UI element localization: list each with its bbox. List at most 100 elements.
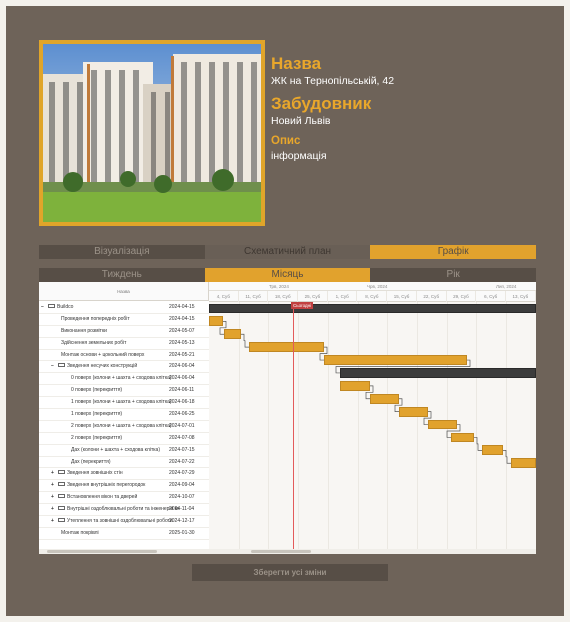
task-row[interactable]: 1 поверх (перекриття) 2024-06-25 bbox=[39, 409, 209, 421]
task-start-date: 2025-01-30 bbox=[169, 529, 195, 536]
task-start-date: 2024-07-29 bbox=[169, 470, 195, 477]
collapse-icon[interactable]: − bbox=[41, 302, 48, 313]
task-start-date: 2024-06-04 bbox=[169, 375, 195, 382]
task-name-cell: − Зведення несучих конструкцій bbox=[51, 361, 179, 372]
scale-week[interactable]: Тиждень bbox=[39, 268, 205, 282]
grid-scrollbar[interactable] bbox=[39, 549, 209, 554]
folder-icon bbox=[58, 363, 65, 368]
task-row[interactable]: 1 поверх (колони + шахта + сходова клітк… bbox=[39, 397, 209, 410]
scale-tabs: Тиждень Місяць Рік bbox=[39, 268, 537, 282]
task-row[interactable]: 2 поверх (колони + шахта + сходова клітк… bbox=[39, 421, 209, 433]
task-name: Зведення зовнішніх стін bbox=[67, 470, 123, 477]
expand-icon[interactable]: + bbox=[51, 516, 58, 527]
expand-icon[interactable]: + bbox=[51, 480, 58, 491]
task-name: 1 поверх (перекриття) bbox=[71, 411, 123, 418]
task-row[interactable]: Здійснення земельних робіт 2024-05-13 bbox=[39, 338, 209, 350]
task-row[interactable]: Дах (колони + шахта + сходова клітка) 202… bbox=[39, 445, 209, 457]
collapse-icon[interactable]: − bbox=[51, 361, 58, 372]
task-row[interactable]: + Встановлення вікон та дверей 2024-10-07 bbox=[39, 492, 209, 505]
task-row[interactable]: Проведення попередніх робіт 2024-04-15 bbox=[39, 314, 209, 326]
developer-value: Новий Львів bbox=[271, 115, 331, 127]
folder-icon bbox=[58, 505, 65, 510]
task-row[interactable]: 0 поверх (колони + шахта + сходова клітк… bbox=[39, 373, 209, 386]
timeline: Трв, 2024 Чрв, 2024 Лип, 2024 4, Суб 11, Су… bbox=[209, 282, 536, 554]
task-name: Монтаж покрівлі bbox=[61, 529, 99, 536]
task-name-cell: + Зведення зовнішніх стін bbox=[51, 468, 179, 479]
task-name: 2 поверх (перекриття) bbox=[71, 434, 123, 441]
folder-icon bbox=[58, 517, 65, 522]
tab-schedule[interactable]: Графік bbox=[370, 245, 537, 259]
task-row[interactable]: Виконання розмітки 2024-05-07 bbox=[39, 326, 209, 338]
task-row[interactable]: + Зведення зовнішніх стін 2024-07-29 bbox=[39, 468, 209, 481]
dependency-links bbox=[219, 321, 511, 464]
today-line bbox=[293, 302, 294, 554]
expand-icon[interactable]: + bbox=[51, 468, 58, 479]
timeline-scrollbar[interactable] bbox=[209, 549, 536, 554]
today-label: Сьогодні bbox=[291, 302, 314, 309]
task-start-date: 2024-05-13 bbox=[169, 339, 195, 346]
task-name: Встановлення вікон та дверей bbox=[67, 494, 138, 501]
description-value: інформація bbox=[271, 150, 327, 162]
task-start-date: 2024-05-21 bbox=[169, 351, 195, 358]
timeline-scrollbar-thumb[interactable] bbox=[251, 550, 311, 553]
task-name: Дах (колони + шахта + сходова клітка) bbox=[71, 446, 160, 453]
task-row[interactable]: − Buildco 2024-04-15 bbox=[39, 302, 209, 314]
task-name-cell: + Внутрішні оздоблювальні роботи та інжен… bbox=[51, 504, 179, 515]
grid-scrollbar-thumb[interactable] bbox=[47, 550, 157, 553]
task-start-date: 2024-06-11 bbox=[169, 387, 195, 394]
save-all-button[interactable]: Зберегти усі зміни bbox=[192, 564, 388, 581]
task-name: Здійснення земельних робіт bbox=[61, 339, 127, 346]
gantt-chart: Назва − Buildco 2024-04-15 Проведення попер… bbox=[39, 282, 536, 554]
task-row[interactable]: 2 поверх (перекриття) 2024-07-08 bbox=[39, 433, 209, 445]
task-row[interactable]: + Утеплення та зовнішні оздоблювальні роб… bbox=[39, 516, 209, 528]
folder-icon bbox=[58, 470, 65, 475]
expand-icon[interactable]: + bbox=[51, 504, 58, 515]
task-name: Проведення попередніх робіт bbox=[61, 315, 130, 322]
task-start-date: 2024-07-15 bbox=[169, 446, 195, 453]
task-row[interactable]: Монтаж основи + цокольний поверх 2024-05-… bbox=[39, 350, 209, 362]
grid-header: Назва bbox=[39, 282, 209, 301]
task-row[interactable]: + Внутрішні оздоблювальні роботи та інжен… bbox=[39, 504, 209, 517]
view-tabs: Візуалізація Схематичний план Графік bbox=[39, 245, 537, 259]
app-frame: Назва ЖК на Тернопільській, 42 Забудовни… bbox=[6, 6, 564, 616]
grid-header-name: Назва bbox=[117, 289, 130, 294]
building-photo bbox=[39, 40, 265, 226]
task-row[interactable]: − Зведення несучих конструкцій 2024-06-04 bbox=[39, 361, 209, 374]
task-name: Утеплення та зовнішні оздоблювальні робо… bbox=[67, 518, 173, 525]
task-start-date: 2024-09-04 bbox=[169, 482, 195, 489]
task-name: 2 поверх (колони + шахта + сходова клітк… bbox=[71, 422, 172, 429]
task-name-cell: + Зведення внутрішніх перегородок bbox=[51, 480, 179, 491]
task-start-date: 2024-06-18 bbox=[169, 399, 195, 406]
task-row[interactable]: Монтаж покрівлі 2025-01-30 bbox=[39, 528, 209, 540]
task-grid: − Buildco 2024-04-15 Проведення попередніх … bbox=[39, 302, 209, 540]
task-name: Внутрішні оздоблювальні роботи та інжене… bbox=[67, 506, 179, 513]
task-start-date: 2024-07-22 bbox=[169, 458, 195, 465]
task-name: Buildco bbox=[57, 304, 74, 310]
task-row[interactable]: 0 поверх (перекриття) 2024-06-11 bbox=[39, 385, 209, 398]
task-name: Дах (перекриття) bbox=[71, 458, 111, 465]
tab-visualization[interactable]: Візуалізація bbox=[39, 245, 205, 259]
folder-icon bbox=[48, 303, 55, 308]
task-start-date: 2024-12-17 bbox=[169, 518, 195, 525]
name-label: Назва bbox=[271, 54, 322, 73]
task-start-date: 2024-04-15 bbox=[169, 304, 195, 310]
task-name: Монтаж основи + цокольний поверх bbox=[61, 351, 145, 358]
task-name: 0 поверх (перекриття) bbox=[71, 387, 123, 394]
task-name: 1 поверх (колони + шахта + сходова клітк… bbox=[71, 399, 172, 406]
task-start-date: 2024-11-04 bbox=[169, 506, 195, 513]
task-name-cell: − Buildco bbox=[41, 302, 169, 313]
task-start-date: 2024-05-07 bbox=[169, 327, 195, 334]
tab-schematic-plan[interactable]: Схематичний план bbox=[204, 245, 371, 259]
description-label: Опис bbox=[271, 135, 301, 147]
scale-month[interactable]: Місяць bbox=[204, 268, 371, 282]
task-start-date: 2024-06-25 bbox=[169, 411, 195, 418]
expand-icon[interactable]: + bbox=[51, 492, 58, 503]
name-value: ЖК на Тернопільській, 42 bbox=[271, 75, 395, 87]
task-row[interactable]: Дах (перекриття) 2024-07-22 bbox=[39, 457, 209, 469]
scale-year[interactable]: Рік bbox=[370, 268, 537, 282]
task-row[interactable]: + Зведення внутрішніх перегородок 2024-09-… bbox=[39, 480, 209, 493]
task-start-date: 2024-04-15 bbox=[169, 315, 195, 322]
task-name: Зведення внутрішніх перегородок bbox=[67, 482, 146, 489]
task-start-date: 2024-07-08 bbox=[169, 434, 195, 441]
task-start-date: 2024-06-04 bbox=[169, 363, 195, 370]
